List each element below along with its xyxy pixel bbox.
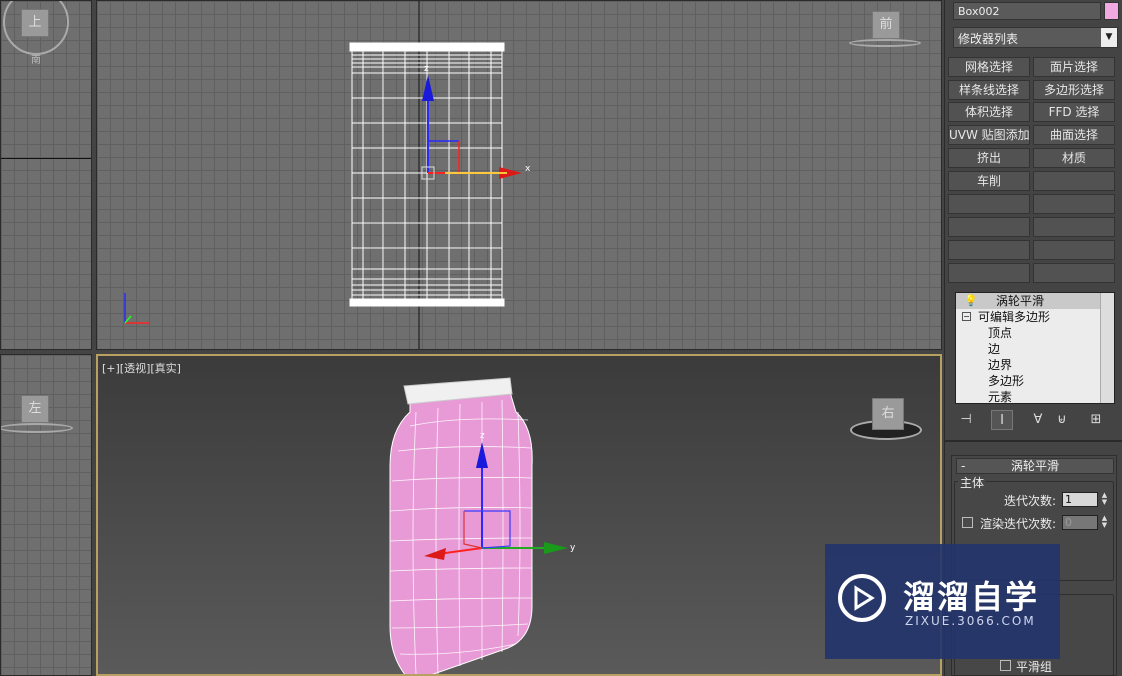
stack-subobject-edge[interactable]: 边 [956, 341, 1114, 357]
stack-subobject-vertex[interactable]: 顶点 [956, 325, 1114, 341]
viewcube-ring [849, 39, 921, 47]
modifier-button[interactable] [948, 240, 1030, 260]
transform-gizmo [421, 75, 522, 180]
rollout-title: 涡轮平滑 [1010, 459, 1059, 473]
stack-subobject-label: 边 [988, 342, 1001, 356]
world-axis-tripod [124, 293, 149, 324]
modifier-button[interactable] [948, 217, 1030, 237]
viewcube-perspective[interactable]: 右 [872, 398, 904, 430]
object-name-field[interactable] [953, 2, 1101, 20]
front-axis-z: z [424, 64, 429, 74]
stack-subobject-label: 顶点 [988, 326, 1013, 340]
stack-subobject-polygon[interactable]: 多边形 [956, 373, 1114, 389]
watermark-title: 溜溜自学 [903, 578, 1040, 616]
watermark: 溜溜自学 ZIXUE.3066.COM [825, 544, 1060, 659]
stack-subobject-border[interactable]: 边界 [956, 357, 1114, 373]
front-axis-x: x [525, 164, 531, 174]
viewcube-south-label: 南 [31, 55, 41, 66]
modifier-button[interactable] [1033, 194, 1115, 214]
modifier-list-dropdown[interactable]: 修改器列表 ▼ [953, 27, 1118, 48]
viewport-front[interactable]: z x 前 [96, 0, 942, 350]
rollout-collapse[interactable]: - [961, 459, 965, 473]
group-main-label: 主体 [958, 474, 987, 491]
object-color-swatch[interactable] [1104, 2, 1119, 20]
modifier-button[interactable]: 多边形选择 [1033, 80, 1115, 100]
remove-modifier-icon[interactable]: ⊌ [1051, 410, 1073, 430]
modifier-button[interactable] [1033, 217, 1115, 237]
watermark-url: ZIXUE.3066.COM [905, 614, 1036, 628]
stack-subobject-label: 元素 [988, 390, 1013, 404]
grid-axis-line [1, 158, 91, 159]
collapse-icon[interactable]: − [962, 312, 971, 321]
play-logo-icon [838, 574, 886, 622]
viewcube-ring [1, 423, 73, 433]
modifier-list-label: 修改器列表 [958, 32, 1019, 46]
iterations-label: 迭代次数: [1004, 494, 1057, 508]
front-scene: z x [124, 1, 531, 349]
smooth-group-checkbox[interactable] [1000, 660, 1011, 671]
viewport-left[interactable]: 左 [0, 354, 92, 676]
viewcube-left[interactable]: 左 [21, 395, 49, 423]
spinner-arrows[interactable]: ▲ ▼ [1100, 492, 1109, 507]
render-iters-spinner[interactable] [1062, 515, 1098, 530]
modifier-button[interactable]: 曲面选择 [1033, 125, 1115, 145]
persp-axis-y: y [570, 543, 576, 553]
scrollbar[interactable] [1100, 293, 1114, 403]
pink-smoothed-box [389, 377, 533, 674]
modifier-button[interactable]: FFD 选择 [1033, 102, 1115, 122]
chevron-down-icon[interactable]: ▼ [1101, 28, 1117, 47]
modifier-stack[interactable]: 💡 涡轮平滑 − 可编辑多边形 顶点 边 边界 多边形 元素 [955, 292, 1115, 404]
modifier-button[interactable] [948, 263, 1030, 283]
iterations-spinner[interactable] [1062, 492, 1098, 507]
modifier-button[interactable]: 样条线选择 [948, 80, 1030, 100]
stack-subobject-label: 边界 [988, 358, 1013, 372]
modifier-button[interactable]: 面片选择 [1033, 57, 1115, 77]
lightbulb-icon[interactable]: 💡 [964, 293, 978, 309]
stack-item-label: 可编辑多边形 [978, 310, 1051, 324]
modifier-button[interactable]: 体积选择 [948, 102, 1030, 122]
render-iters-checkbox[interactable] [962, 517, 973, 528]
stack-item-label: 涡轮平滑 [996, 294, 1045, 308]
persp-scene: z y [389, 377, 576, 674]
stack-subobject-element[interactable]: 元素 [956, 389, 1114, 404]
stack-item-editable-poly[interactable]: − 可编辑多边形 [956, 309, 1114, 325]
make-unique-icon[interactable]: ∀ [1027, 410, 1049, 430]
stack-item-turbosmooth[interactable]: 💡 涡轮平滑 [956, 293, 1114, 309]
modifier-button[interactable] [1033, 263, 1115, 283]
divider [945, 440, 1122, 442]
rollout-header[interactable]: - 涡轮平滑 [956, 458, 1114, 474]
3dsmax-window: 上 南 z x 前 左 [+][透视][真实] z y 右 Box002 修改器… [0, 0, 1122, 676]
viewcube-front[interactable]: 前 [872, 11, 900, 39]
modifier-button[interactable] [948, 194, 1030, 214]
modifier-button[interactable]: 挤出 [948, 148, 1030, 168]
spinner-arrows[interactable]: ▲ ▼ [1100, 515, 1109, 530]
modifier-button[interactable]: UVW 贴图添加 [948, 125, 1030, 145]
modifier-button[interactable]: 车削 [948, 171, 1030, 191]
pin-stack-icon[interactable]: ⊣ [955, 410, 977, 430]
viewport-top[interactable]: 上 南 [0, 0, 92, 350]
show-end-result-icon[interactable]: Ⅰ [991, 410, 1013, 430]
modifier-button[interactable]: 材质 [1033, 148, 1115, 168]
persp-axis-z: z [480, 431, 485, 441]
viewcube-top[interactable]: 上 [21, 9, 49, 37]
modifier-button[interactable] [1033, 240, 1115, 260]
modifier-button[interactable] [1033, 171, 1115, 191]
render-iters-label: 渲染迭代次数: [980, 517, 1057, 531]
viewport-perspective[interactable]: [+][透视][真实] z y 右 [96, 354, 942, 676]
modifier-button[interactable]: 网格选择 [948, 57, 1030, 77]
configure-sets-icon[interactable]: ⊞ [1085, 410, 1107, 430]
stack-subobject-label: 多边形 [988, 374, 1025, 388]
smooth-group-label: 平滑组 [1016, 660, 1053, 674]
